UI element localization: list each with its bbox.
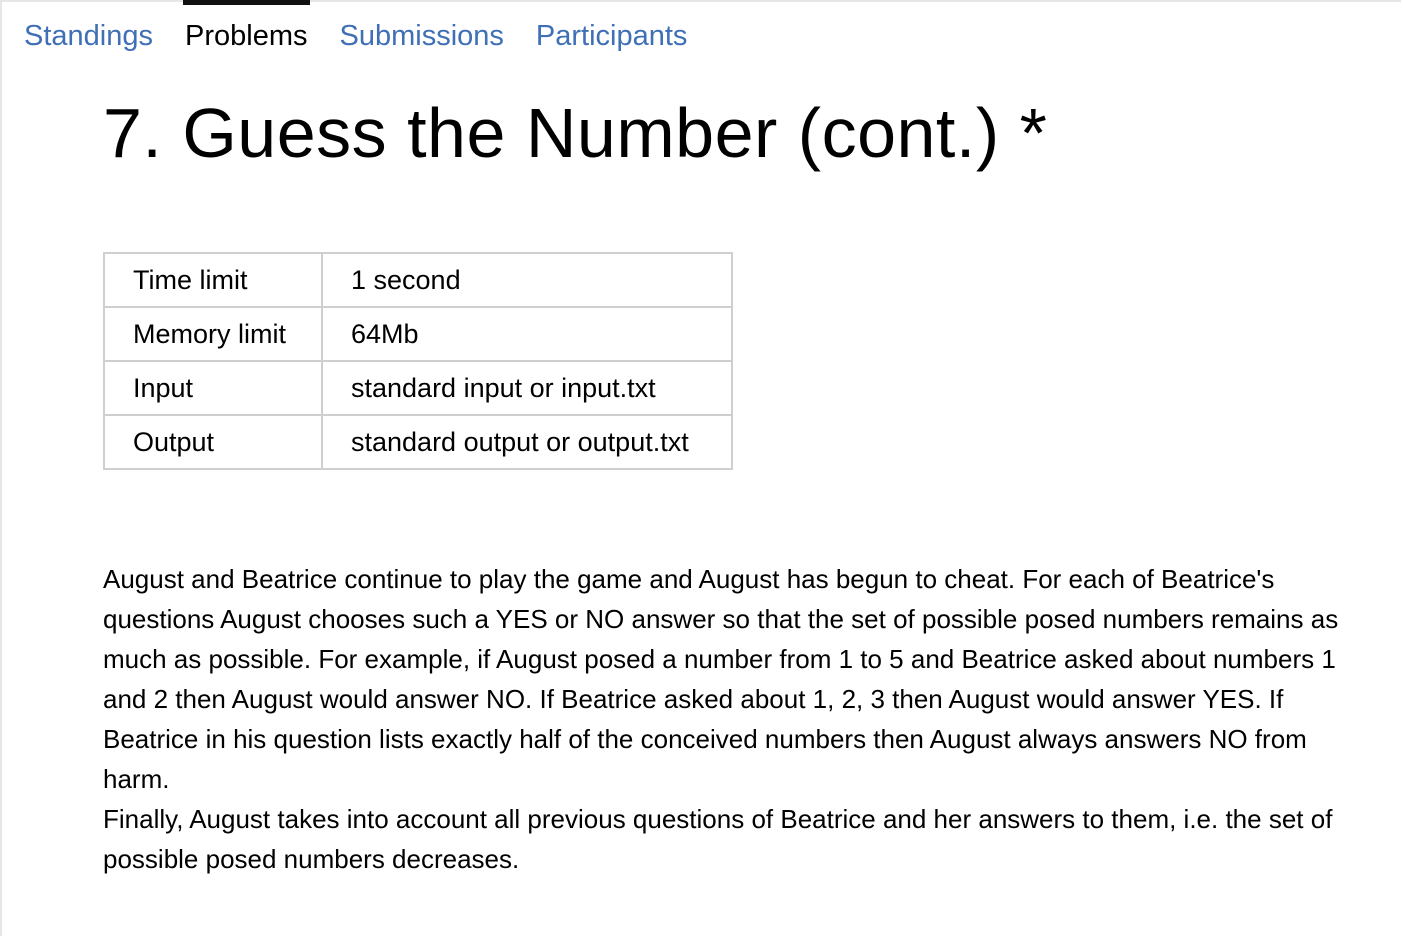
statement-paragraph: August and Beatrice continue to play the…	[103, 564, 1339, 794]
input-value: standard input or input.txt	[321, 360, 733, 416]
time-limit-value: 1 second	[321, 252, 733, 308]
tab-standings[interactable]: Standings	[24, 18, 153, 54]
problem-title: 7. Guess the Number (cont.) *	[103, 94, 1048, 172]
table-row: Time limit 1 second	[103, 252, 733, 308]
tab-submissions[interactable]: Submissions	[340, 18, 504, 54]
output-label: Output	[103, 414, 323, 470]
problem-statement: August and Beatrice continue to play the…	[103, 559, 1373, 879]
input-label: Input	[103, 360, 323, 416]
memory-limit-label: Memory limit	[103, 306, 323, 362]
table-row: Memory limit 64Mb	[103, 306, 733, 362]
time-limit-label: Time limit	[103, 252, 323, 308]
memory-limit-value: 64Mb	[321, 306, 733, 362]
output-value: standard output or output.txt	[321, 414, 733, 470]
limits-table: Time limit 1 second Memory limit 64Mb In…	[103, 252, 733, 470]
table-row: Input standard input or input.txt	[103, 360, 733, 416]
tab-participants[interactable]: Participants	[536, 18, 688, 54]
statement-paragraph: Finally, August takes into account all p…	[103, 804, 1333, 874]
tab-bar: Standings Problems Submissions Participa…	[24, 0, 688, 54]
tab-problems[interactable]: Problems	[183, 0, 309, 54]
table-row: Output standard output or output.txt	[103, 414, 733, 470]
